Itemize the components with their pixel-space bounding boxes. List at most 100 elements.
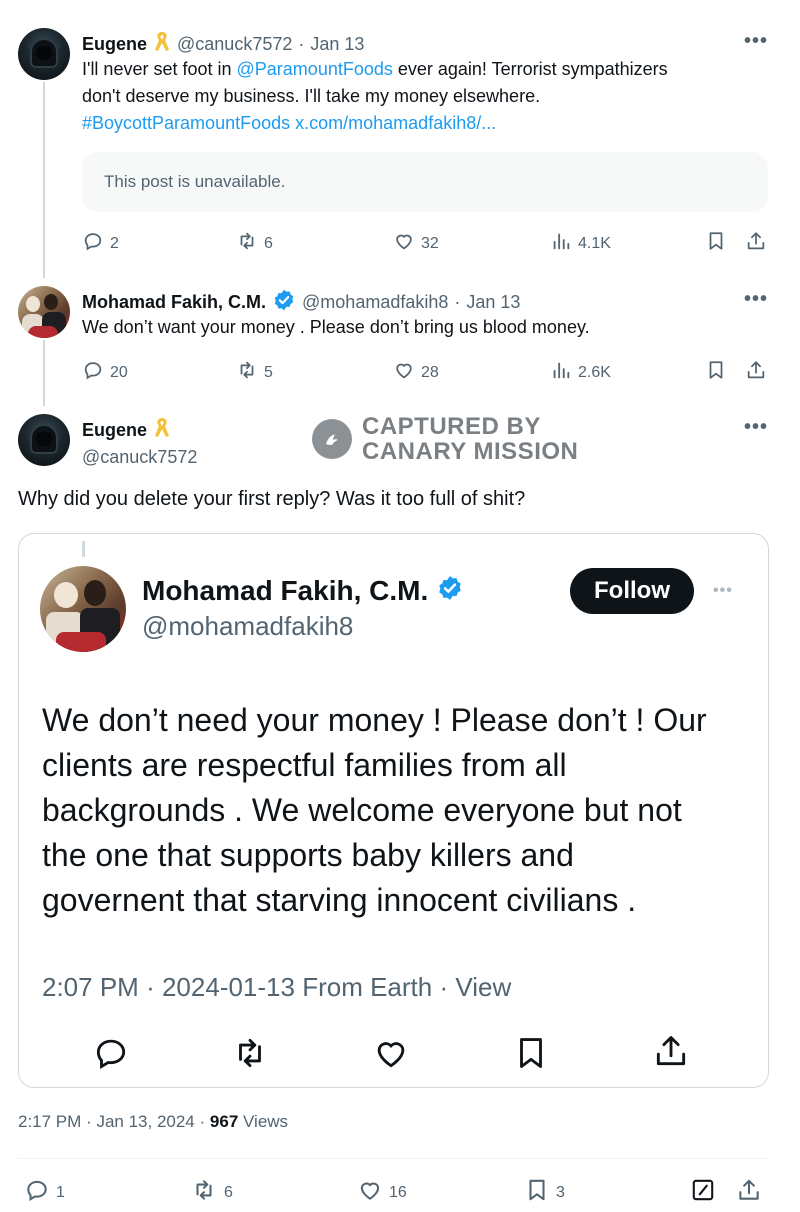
- like-count: 16: [389, 1183, 407, 1201]
- repost-button[interactable]: 6: [236, 230, 273, 257]
- follow-button: Follow: [570, 568, 694, 614]
- share-icon: [736, 1177, 762, 1208]
- post-date[interactable]: Jan 13: [466, 292, 520, 313]
- author-name: Mohamad Fakih, C.M.: [142, 574, 429, 606]
- reply-button[interactable]: 1: [24, 1177, 65, 1208]
- views-count: 4.1K: [578, 234, 611, 252]
- mention-link[interactable]: @ParamountFoods: [237, 59, 393, 79]
- like-button[interactable]: 32: [393, 230, 439, 257]
- views-button[interactable]: 4.1K: [550, 230, 611, 257]
- text-line: backgrounds . We welcome everyone but no…: [42, 792, 682, 828]
- separator-dot: ·: [298, 34, 305, 54]
- repost-count: 6: [224, 1183, 233, 1201]
- author-handle[interactable]: @canuck7572: [177, 34, 292, 55]
- reply-button[interactable]: 20: [82, 359, 128, 386]
- reply-button[interactable]: 2: [82, 230, 119, 257]
- author-handle[interactable]: @canuck7572: [82, 447, 197, 468]
- separator-dot: ·: [439, 972, 449, 1002]
- post-date-source: 2024-01-13 From Earth: [161, 972, 433, 1002]
- post-meta: 2:17 PM · Jan 13, 2024 · 967 Views: [18, 1112, 288, 1132]
- more-options-icon: •••: [713, 582, 733, 599]
- tweet-header: Eugene @canuck7572 · Jan 13: [82, 30, 364, 59]
- main-author: Eugene @canuck7572: [82, 416, 197, 468]
- views-count: 2.6K: [578, 363, 611, 381]
- repost-icon: [230, 1034, 270, 1077]
- thread-line: [82, 541, 85, 557]
- share-button[interactable]: [736, 1177, 762, 1208]
- reply-count: 20: [110, 363, 128, 381]
- repost-count: 6: [264, 234, 273, 252]
- separator-dot: ·: [146, 972, 155, 1002]
- avatar[interactable]: [18, 414, 70, 466]
- bookmark-icon: [512, 1034, 550, 1077]
- watermark-line: CAPTURED BY: [362, 413, 541, 440]
- separator-dot: ·: [454, 292, 461, 312]
- edit-button[interactable]: [690, 1177, 716, 1208]
- watermark: CAPTURED BY CANARY MISSION: [312, 414, 578, 464]
- text-line: clients are respectful families from all: [42, 747, 567, 783]
- repost-button[interactable]: 6: [190, 1177, 233, 1208]
- url-link[interactable]: x.com/mohamadfakih8/...: [295, 113, 496, 133]
- heart-icon: [393, 230, 415, 257]
- author-handle[interactable]: @mohamadfakih8: [302, 292, 448, 313]
- reply-icon: [82, 359, 104, 386]
- reply-count: 2: [110, 234, 119, 252]
- thread-line: [43, 340, 45, 406]
- bookmark-button[interactable]: [705, 359, 727, 386]
- text-line: governent that starving innocent civilia…: [42, 882, 637, 918]
- awareness-ribbon-icon: [153, 30, 171, 59]
- awareness-ribbon-icon: [153, 416, 171, 445]
- separator-dot: ·: [199, 1112, 206, 1131]
- analytics-icon: [550, 230, 572, 257]
- quoted-author: Mohamad Fakih, C.M. @mohamadfakih8: [142, 574, 464, 642]
- more-options-icon[interactable]: •••: [744, 416, 768, 439]
- watermark-line: CANARY MISSION: [362, 438, 579, 465]
- canary-logo-icon: [312, 419, 352, 459]
- reply-icon: [24, 1177, 50, 1208]
- text-part: ever again! Terrorist sympathizers: [392, 59, 668, 79]
- heart-icon: [372, 1034, 410, 1077]
- divider: [18, 1158, 769, 1159]
- post-time[interactable]: 2:17 PM: [18, 1112, 81, 1131]
- author-name[interactable]: Mohamad Fakih, C.M.: [82, 292, 266, 313]
- more-options-icon[interactable]: •••: [744, 30, 768, 53]
- tweet-text: I'll never set foot in @ParamountFoods e…: [82, 56, 772, 137]
- tweet-text: We don’t want your money . Please don’t …: [82, 317, 590, 337]
- text-line: We don’t need your money ! Please don’t …: [42, 702, 707, 738]
- share-button[interactable]: [745, 230, 767, 257]
- like-count: 32: [421, 234, 439, 252]
- share-icon: [652, 1032, 690, 1075]
- like-button[interactable]: 28: [393, 359, 439, 386]
- share-icon: [745, 230, 767, 257]
- like-button[interactable]: 16: [357, 1177, 407, 1208]
- heart-icon: [357, 1177, 383, 1208]
- share-button[interactable]: [745, 359, 767, 386]
- repost-icon: [236, 359, 258, 386]
- share-icon: [745, 359, 767, 386]
- post-date[interactable]: Jan 13: [310, 34, 364, 55]
- edit-icon: [690, 1177, 716, 1208]
- text-line: don't deserve my business. I'll take my …: [82, 86, 541, 106]
- verified-badge-icon: [436, 574, 464, 607]
- hashtag-link[interactable]: #BoycottParamountFoods: [82, 113, 290, 133]
- views-button[interactable]: 2.6K: [550, 359, 611, 386]
- bookmark-button[interactable]: [705, 230, 727, 257]
- avatar[interactable]: [18, 28, 70, 80]
- author-name[interactable]: Eugene: [82, 34, 147, 55]
- bookmark-button[interactable]: 3: [524, 1177, 565, 1208]
- avatar[interactable]: [18, 286, 70, 338]
- more-options-icon[interactable]: •••: [744, 288, 768, 311]
- repost-button[interactable]: 5: [236, 359, 273, 386]
- verified-badge-icon: [272, 288, 296, 317]
- unavailable-text: This post is unavailable.: [104, 172, 286, 191]
- author-name[interactable]: Eugene: [82, 420, 147, 441]
- quoted-tweet-text: We don’t need your money ! Please don’t …: [42, 698, 762, 923]
- repost-count: 5: [264, 363, 273, 381]
- reply-icon: [92, 1034, 130, 1077]
- post-date[interactable]: Jan 13, 2024: [96, 1112, 194, 1131]
- like-count: 28: [421, 363, 439, 381]
- tweet-header: Mohamad Fakih, C.M. @mohamadfakih8 · Jan…: [82, 288, 520, 317]
- views-label: Views: [243, 1112, 289, 1131]
- bookmark-icon: [524, 1177, 550, 1208]
- bookmark-icon: [705, 230, 727, 257]
